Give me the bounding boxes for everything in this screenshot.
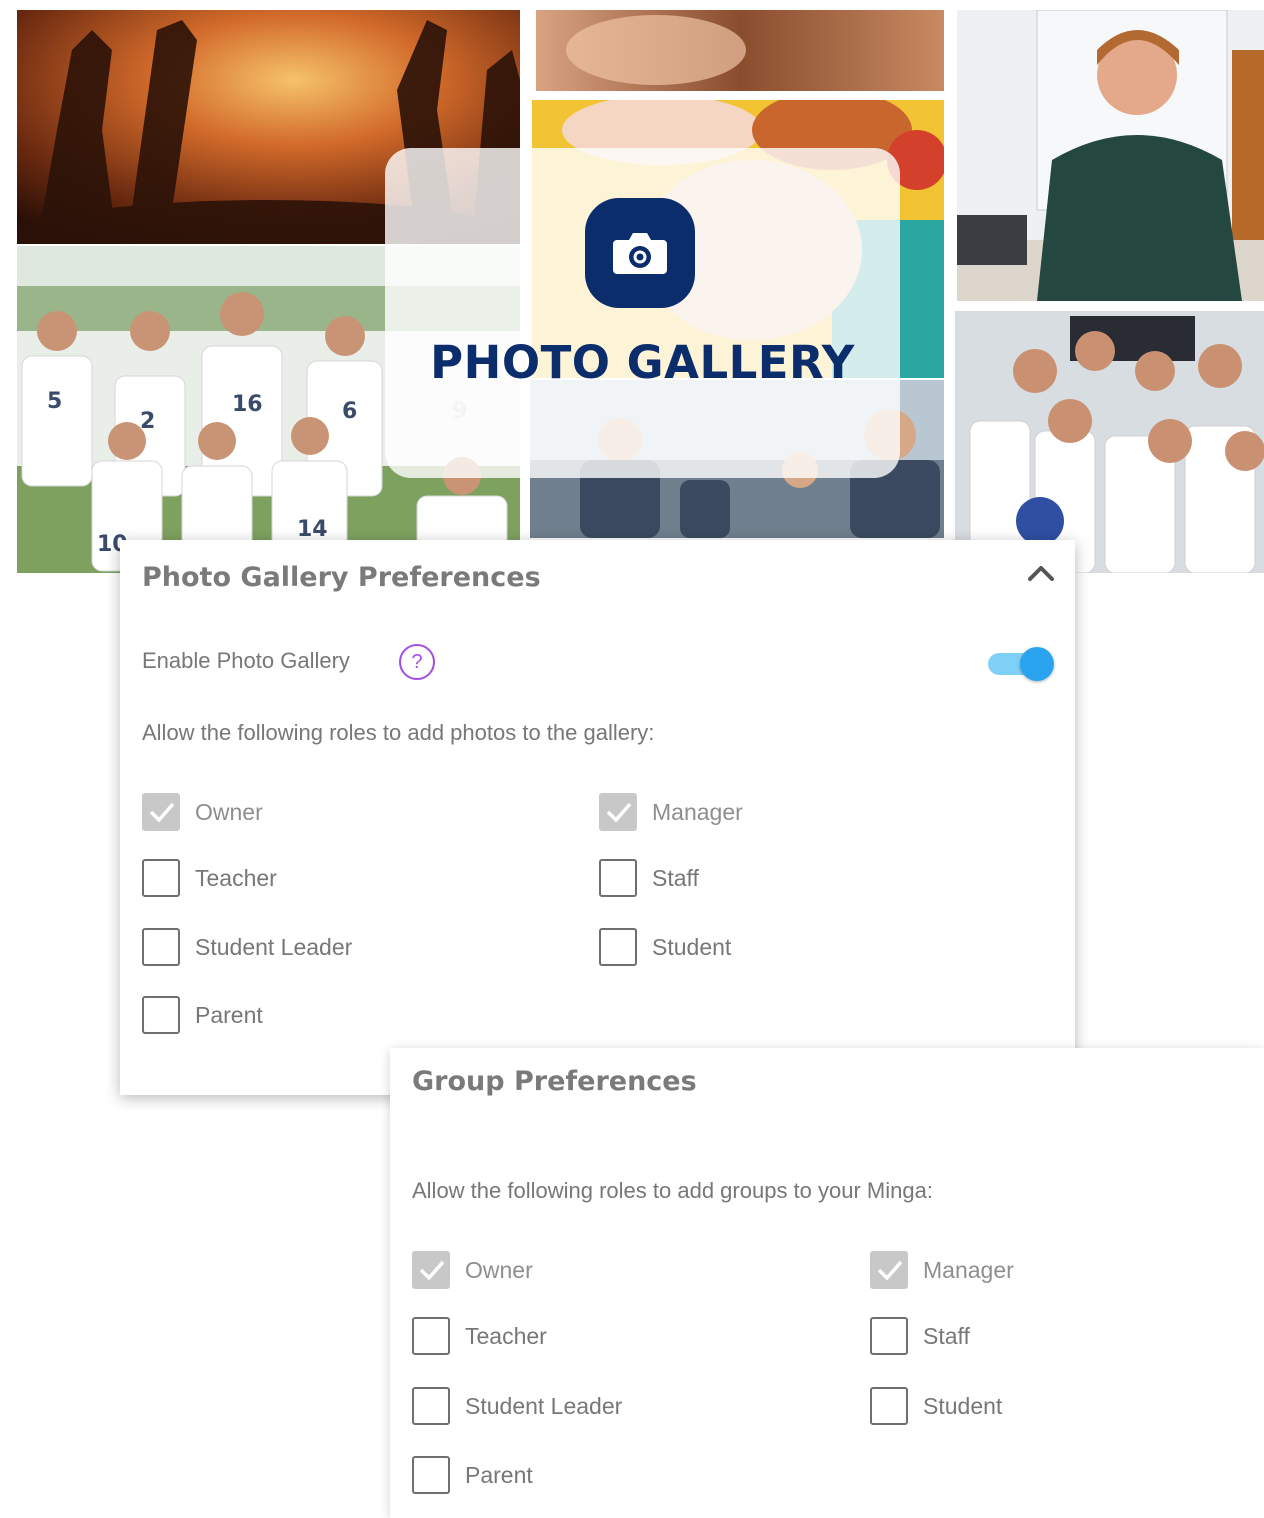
checkbox-label: Owner <box>195 798 263 825</box>
checkbox-label: Owner <box>465 1256 533 1283</box>
friends-hair-photo <box>536 10 944 91</box>
jersey-number: 6 <box>342 399 357 424</box>
jersey-number: 2 <box>140 409 155 434</box>
chevron-up-icon[interactable] <box>1026 562 1056 584</box>
checkbox-label: Student Leader <box>465 1392 623 1419</box>
checkbox-label: Parent <box>195 1001 263 1028</box>
jersey-number: 5 <box>47 389 62 414</box>
group-role-student-leader-checkbox[interactable]: Student Leader <box>412 1386 622 1426</box>
photo-gallery-preferences-panel: Photo Gallery Preferences Enable Photo G… <box>120 540 1075 1095</box>
checkbox-label: Staff <box>652 864 699 891</box>
group-role-student-checkbox[interactable]: Student <box>870 1386 1002 1426</box>
photo-role-parent-checkbox[interactable]: Parent <box>142 995 263 1035</box>
group-preferences-panel: Group Preferences Allow the following ro… <box>390 1048 1264 1518</box>
photo-role-manager-checkbox[interactable]: Manager <box>599 792 743 832</box>
camera-icon-badge <box>585 198 695 308</box>
gallery-title: PHOTO GALLERY <box>430 336 855 389</box>
checkbox-label: Student Leader <box>195 933 353 960</box>
roles-instructions: Allow the following roles to add photos … <box>142 720 655 745</box>
volleyball-team-photo <box>955 311 1264 573</box>
camera-icon <box>613 233 667 274</box>
photo-role-student-checkbox[interactable]: Student <box>599 927 731 967</box>
group-role-staff-checkbox[interactable]: Staff <box>870 1316 970 1356</box>
photo-role-student-leader-checkbox[interactable]: Student Leader <box>142 927 352 967</box>
checkbox-label: Manager <box>652 798 743 825</box>
enable-photo-gallery-label: Enable Photo Gallery <box>142 648 350 673</box>
group-role-manager-checkbox[interactable]: Manager <box>870 1250 1014 1290</box>
checkbox-label: Parent <box>465 1461 533 1488</box>
teacher-at-desk-photo <box>957 10 1264 301</box>
checkbox-label: Student <box>652 933 732 960</box>
photo-role-teacher-checkbox[interactable]: Teacher <box>142 858 277 898</box>
group-role-owner-checkbox[interactable]: Owner <box>412 1250 533 1290</box>
checkbox-label: Manager <box>923 1256 1014 1283</box>
group-role-parent-checkbox[interactable]: Parent <box>412 1455 533 1495</box>
enable-photo-gallery-toggle[interactable] <box>986 644 1058 684</box>
checkbox-label: Staff <box>923 1322 970 1349</box>
jersey-number: 16 <box>232 392 263 417</box>
jersey-number: 14 <box>297 517 328 542</box>
checkbox-label: Teacher <box>465 1322 547 1349</box>
group-role-teacher-checkbox[interactable]: Teacher <box>412 1316 547 1356</box>
photo-gallery-banner: PHOTO GALLERY <box>385 148 900 478</box>
photo-role-staff-checkbox[interactable]: Staff <box>599 858 699 898</box>
checkbox-label: Student <box>923 1392 1003 1419</box>
roles-instructions: Allow the following roles to add groups … <box>412 1178 933 1203</box>
checkbox-label: Teacher <box>195 864 277 891</box>
panel-title: Photo Gallery Preferences <box>142 562 541 593</box>
photo-role-owner-checkbox[interactable]: Owner <box>142 792 263 832</box>
panel-title: Group Preferences <box>412 1066 697 1097</box>
help-icon[interactable]: ? <box>399 644 435 680</box>
